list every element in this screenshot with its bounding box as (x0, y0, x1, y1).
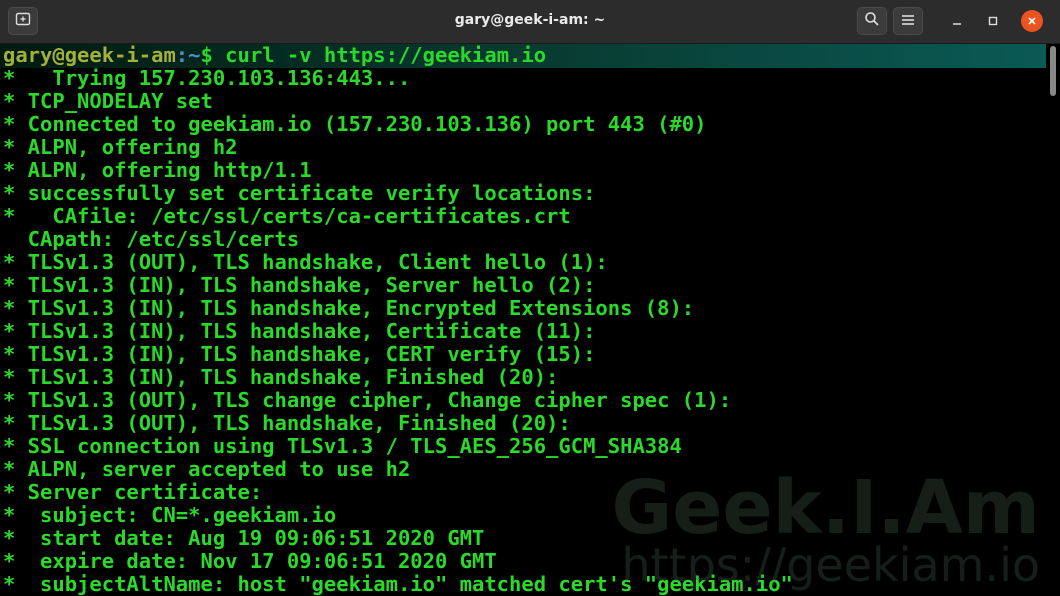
output-line: * Trying 157.230.103.136:443... (3, 66, 411, 90)
output-line: * TLSv1.3 (IN), TLS handshake, Certifica… (3, 319, 596, 343)
output-line: * successfully set certificate verify lo… (3, 181, 596, 205)
output-line: * TLSv1.3 (OUT), TLS handshake, Finished… (3, 411, 571, 435)
minimize-icon (951, 12, 963, 31)
maximize-icon (987, 12, 999, 31)
output-line: CApath: /etc/ssl/certs (3, 227, 300, 251)
prompt-line: gary@geek-i-am:~$ curl -v https://geekia… (3, 44, 793, 67)
output-line: * subjectAltName: host "geekiam.io" matc… (3, 572, 793, 596)
terminal-output-area[interactable]: gary@geek-i-am:~$ curl -v https://geekia… (0, 44, 1046, 596)
output-line: * TLSv1.3 (IN), TLS handshake, Server he… (3, 273, 596, 297)
prompt-user-host: gary@geek-i-am (3, 44, 176, 67)
minimize-button[interactable] (946, 10, 968, 32)
output-line: * ALPN, offering http/1.1 (3, 158, 312, 182)
search-icon (864, 11, 880, 31)
prompt-path: :~ (175, 44, 201, 67)
menu-button[interactable] (893, 7, 923, 35)
output-line: * ALPN, server accepted to use h2 (3, 457, 411, 481)
close-icon (1021, 10, 1043, 32)
output-line: * CAfile: /etc/ssl/certs/ca-certificates… (3, 204, 571, 228)
output-line: * TLSv1.3 (OUT), TLS change cipher, Chan… (3, 388, 732, 412)
output-line: * TLSv1.3 (IN), TLS handshake, CERT veri… (3, 342, 596, 366)
command-text: curl -v https://geekiam.io (225, 44, 547, 67)
output-line: * ALPN, offering h2 (3, 135, 238, 159)
close-button[interactable] (1021, 10, 1043, 32)
search-button[interactable] (857, 7, 887, 35)
hamburger-menu-icon (901, 12, 915, 31)
output-line: * subject: CN=*.geekiam.io (3, 503, 337, 527)
scrollbar[interactable] (1046, 44, 1060, 596)
output-line: * Connected to geekiam.io (157.230.103.1… (3, 112, 707, 136)
scrollbar-thumb[interactable] (1050, 46, 1056, 96)
title-bar: gary@geek-i-am: ~ (0, 0, 1060, 44)
output-line: * expire date: Nov 17 09:06:51 2020 GMT (3, 549, 497, 573)
output-line: * TLSv1.3 (IN), TLS handshake, Finished … (3, 365, 559, 389)
output-line: * TLSv1.3 (OUT), TLS handshake, Client h… (3, 250, 608, 274)
output-line: * Server certificate: (3, 480, 263, 504)
maximize-button[interactable] (982, 10, 1004, 32)
output-line: * TCP_NODELAY set (3, 89, 213, 113)
terminal-text: gary@geek-i-am:~$ curl -v https://geekia… (3, 44, 793, 596)
output-line: * SSL connection using TLSv1.3 / TLS_AES… (3, 434, 682, 458)
prompt-symbol: $ (200, 44, 226, 67)
output-line: * TLSv1.3 (IN), TLS handshake, Encrypted… (3, 296, 695, 320)
output-line: * start date: Aug 19 09:06:51 2020 GMT (3, 526, 485, 550)
